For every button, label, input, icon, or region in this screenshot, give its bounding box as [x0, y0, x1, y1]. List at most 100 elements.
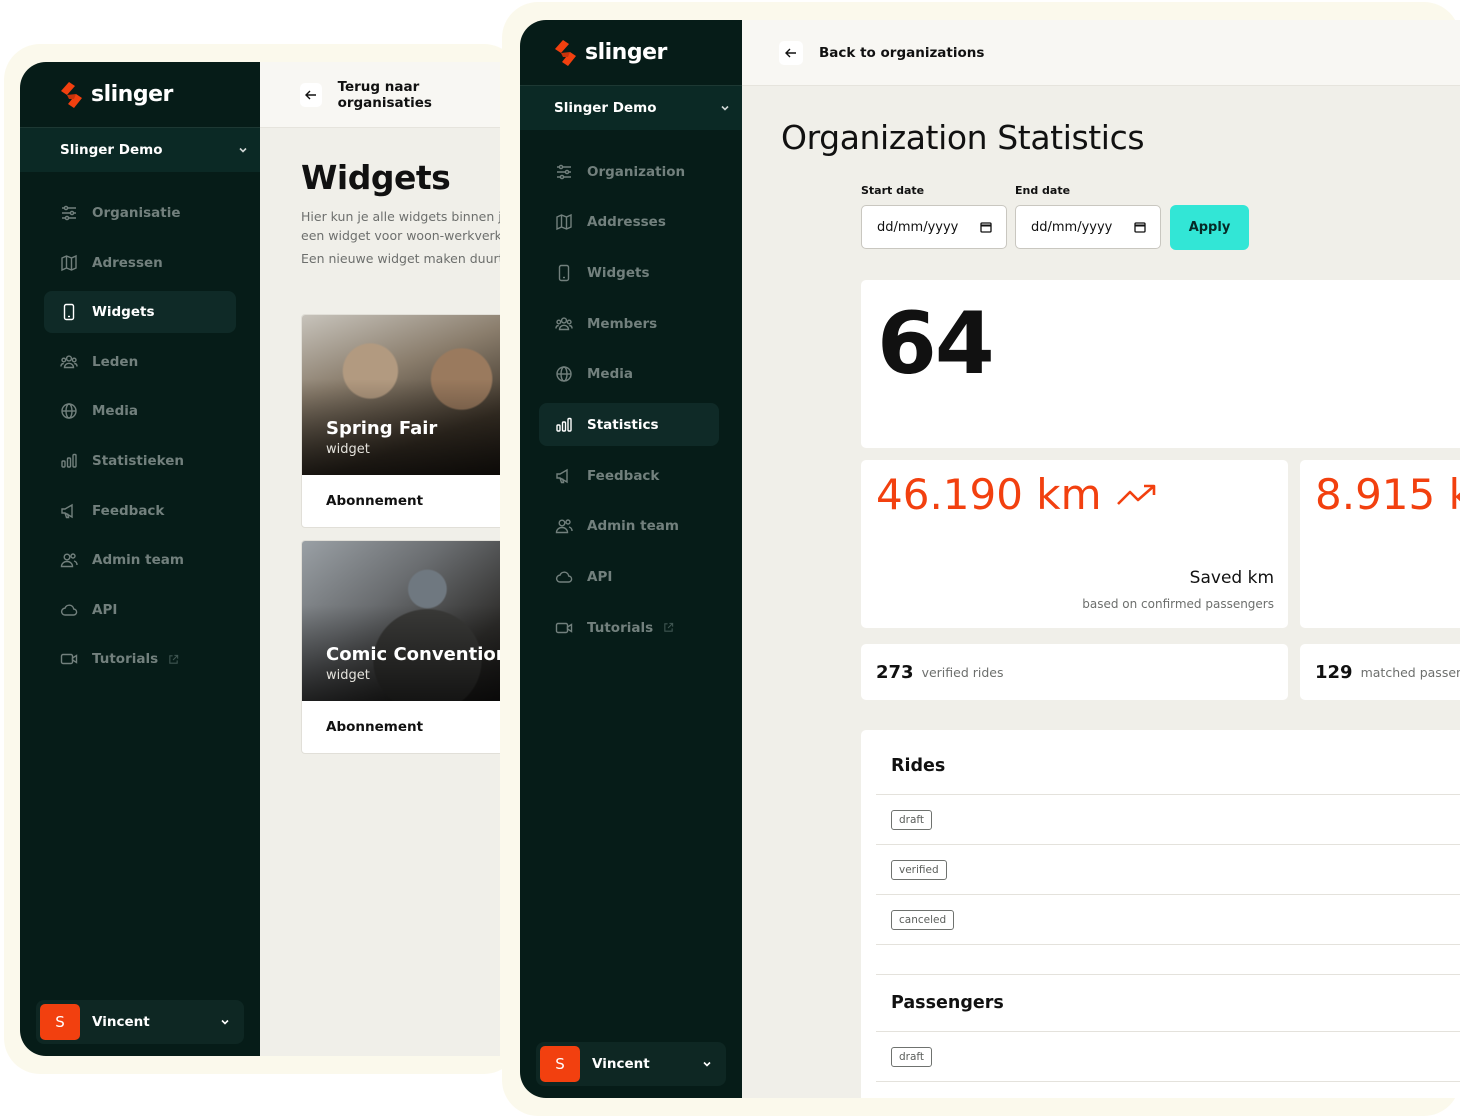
sidebar-item-widgets[interactable]: Widgets — [539, 251, 719, 294]
sidebar-item-tutorials[interactable]: Tutorials — [44, 638, 236, 680]
matched-passengers-card: 129 matched passeng — [1300, 644, 1460, 700]
sidebar-item-api[interactable]: API — [44, 589, 236, 631]
table-row[interactable]: canceled — [876, 894, 1460, 944]
sidebar-item-feedback[interactable]: Feedback — [44, 490, 236, 532]
table-row[interactable] — [876, 1081, 1460, 1098]
logo-text: slinger — [91, 82, 173, 107]
saved-km-value-row: 46.190 km — [876, 470, 1160, 519]
matched-passengers-label: matched passeng — [1360, 664, 1460, 680]
sidebar-item-label: Organisatie — [92, 205, 181, 221]
calendar-icon[interactable] — [1134, 221, 1146, 233]
user-menu[interactable]: S Vincent — [36, 1000, 244, 1044]
verified-rides-card: 273 verified rides — [861, 644, 1288, 700]
org-selector[interactable]: Slinger Demo — [20, 128, 260, 172]
sidebar-item-label: Media — [92, 403, 138, 420]
sidebar-item-statistieken[interactable]: Statistieken — [44, 440, 236, 482]
page-title: Widgets — [301, 158, 451, 197]
passengers-section-title: Passengers — [891, 993, 1004, 1013]
sidebar-item-statistics[interactable]: Statistics — [539, 403, 719, 447]
widget-name: Comic Convention — [326, 644, 500, 665]
sidebar-item-admin-team[interactable]: Admin team — [539, 505, 719, 548]
sidebar-item-tutorials[interactable]: Tutorials — [539, 606, 719, 649]
sidebar-item-feedback[interactable]: Feedback — [539, 454, 719, 497]
sidebar-item-members[interactable]: Members — [539, 302, 719, 345]
logo-text: slinger — [585, 40, 667, 65]
topbar: Terug naar organisaties — [260, 62, 500, 128]
calendar-icon[interactable] — [980, 221, 992, 233]
sidebar-item-organization[interactable]: Organization — [539, 150, 719, 193]
widget-name: Spring Fair — [326, 418, 438, 439]
saved-km-card: 46.190 km Saved km based on confirmed pa… — [861, 460, 1288, 628]
status-badge: canceled — [891, 909, 955, 930]
saved-km-note: based on confirmed passengers — [1082, 597, 1274, 611]
sidebar-item-media[interactable]: Media — [539, 353, 719, 396]
sidebar-item-media[interactable]: Media — [44, 390, 236, 432]
sidebar-item-label: Feedback — [587, 467, 660, 484]
widget-subscription: Abonnement — [326, 719, 424, 735]
slinger-logo-icon — [61, 81, 82, 108]
sidebar-item-addresses[interactable]: Addresses — [539, 201, 719, 244]
widget-card[interactable]: Spring Fair widget Abonnement — [301, 314, 500, 528]
status-badge: draft — [891, 809, 933, 830]
users-icon — [555, 316, 573, 330]
bar-chart-icon — [61, 453, 77, 468]
back-link[interactable]: Back to organizations — [819, 45, 984, 61]
sidebar-item-label: Adressen — [92, 254, 163, 271]
sidebar-item-label: Tutorials — [587, 619, 654, 636]
cloud-icon — [60, 604, 78, 616]
user-menu[interactable]: S Vincent — [536, 1042, 726, 1086]
logo[interactable]: slinger — [20, 62, 260, 128]
apply-button[interactable]: Apply — [1170, 205, 1249, 250]
table-row[interactable]: verified — [876, 844, 1460, 894]
second-km-card: 8.915 k — [1300, 460, 1460, 628]
end-date-label: End date — [1015, 184, 1071, 197]
verified-rides-count: 273 — [876, 661, 914, 683]
sidebar-item-label: Statistics — [587, 416, 659, 433]
widget-card[interactable]: Comic Convention widget Abonnement — [301, 540, 500, 754]
admin-team-icon — [60, 553, 78, 568]
right-window: slinger Slinger Demo Organization Addres… — [520, 20, 1460, 1098]
sidebar-item-label: Admin team — [587, 518, 679, 535]
sidebar-item-admin-team[interactable]: Admin team — [44, 539, 236, 581]
user-name: Vincent — [592, 1056, 650, 1072]
sidebar-item-label: Tutorials — [92, 651, 159, 668]
logo[interactable]: slinger — [520, 20, 742, 86]
arrow-left-icon — [304, 90, 316, 99]
sidebar-item-label: API — [92, 601, 118, 618]
widgets-page: Terug naar organisaties Widgets Hier kun… — [260, 62, 500, 1056]
sidebar-item-adressen[interactable]: Adressen — [44, 242, 236, 284]
start-date-label: Start date — [861, 184, 925, 197]
page-description: Hier kun je alle widgets binnen j een wi… — [301, 207, 500, 245]
total-stat-card: 64 — [861, 280, 1460, 448]
status-badge: draft — [891, 1046, 933, 1067]
org-selector[interactable]: Slinger Demo — [520, 86, 742, 130]
users-icon — [60, 355, 78, 368]
sidebar-nav: Organisatie Adressen Widgets Leden Media… — [20, 172, 260, 680]
sidebar-item-api[interactable]: API — [539, 556, 719, 599]
smartphone-icon — [558, 264, 570, 282]
sliders-icon — [557, 164, 571, 179]
back-link[interactable]: Terug naar organisaties — [338, 79, 500, 111]
org-name: Slinger Demo — [60, 142, 163, 158]
verified-rides-label: verified rides — [921, 664, 1004, 680]
video-icon — [555, 622, 573, 633]
sidebar-item-leden[interactable]: Leden — [44, 341, 236, 383]
map-icon — [61, 254, 77, 271]
end-date-input[interactable]: dd/mm/yyyy — [1015, 205, 1161, 249]
smartphone-icon — [63, 303, 75, 321]
chevron-down-icon — [703, 1061, 711, 1067]
sidebar-item-label: Admin team — [92, 552, 184, 569]
matched-passengers-line: 129 matched passeng — [1315, 644, 1460, 700]
sidebar-item-widgets[interactable]: Widgets — [44, 291, 236, 334]
globe-icon — [556, 366, 572, 382]
table-row[interactable]: draft — [876, 794, 1460, 844]
table-row[interactable]: draft — [876, 1031, 1460, 1081]
chevron-down-icon — [221, 1019, 229, 1025]
status-breakdown-card: Rides draft verified canceled Passengers… — [861, 730, 1460, 1098]
back-button[interactable] — [300, 82, 322, 107]
avatar: S — [40, 1004, 80, 1040]
start-date-input[interactable]: dd/mm/yyyy — [861, 205, 1007, 249]
date-placeholder: dd/mm/yyyy — [877, 219, 959, 235]
sidebar-item-organisatie[interactable]: Organisatie — [44, 192, 236, 234]
back-button[interactable] — [779, 40, 803, 65]
